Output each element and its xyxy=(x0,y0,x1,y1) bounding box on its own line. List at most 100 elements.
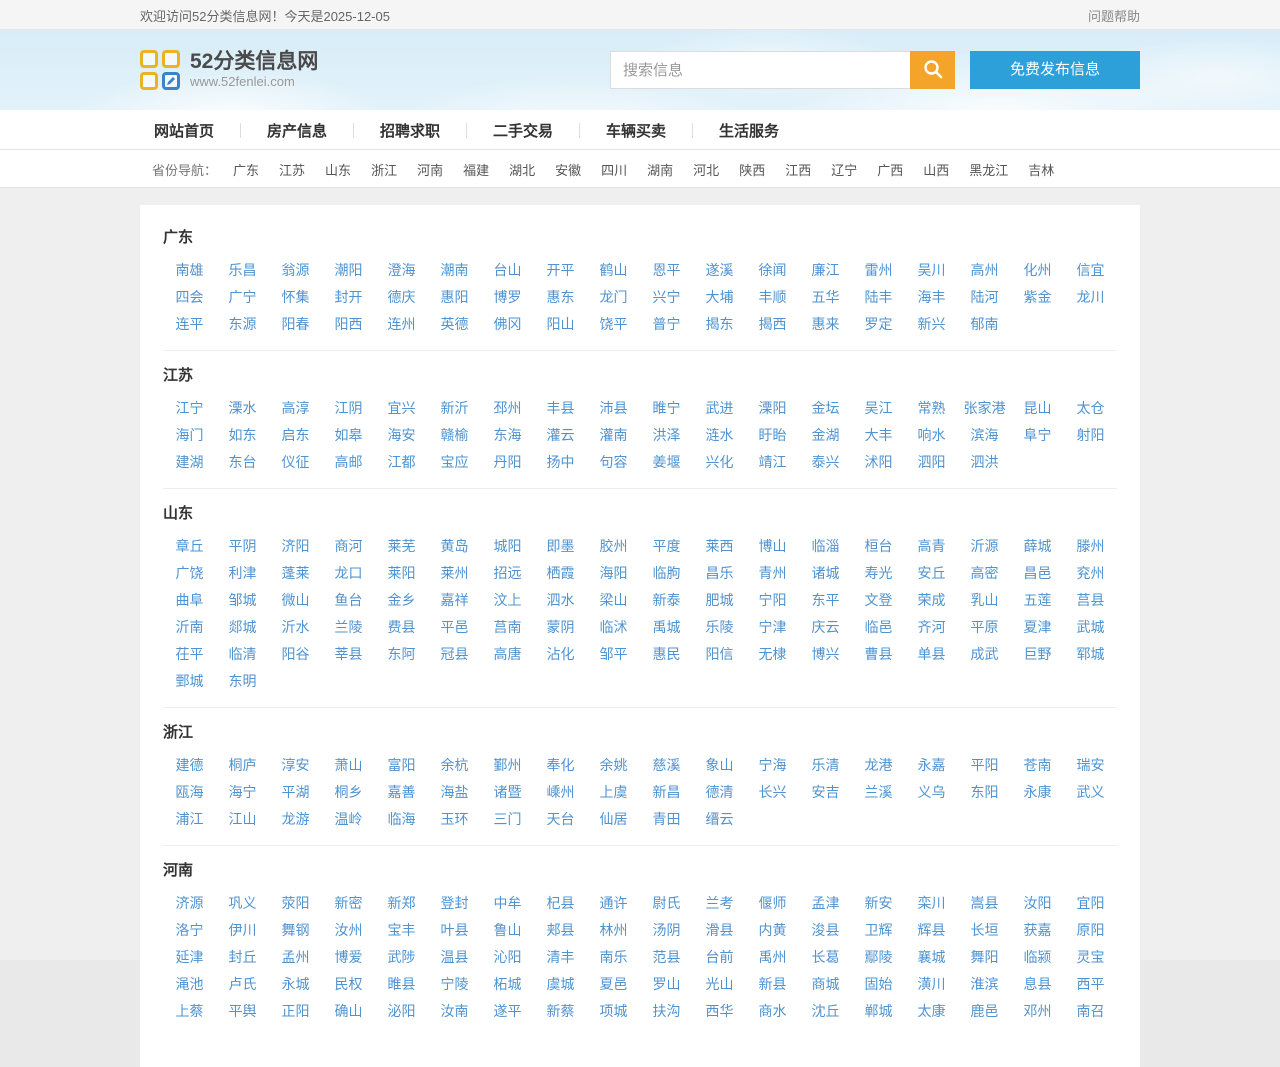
city-link[interactable]: 鹤山 xyxy=(587,257,640,284)
city-link[interactable]: 桐乡 xyxy=(322,779,375,806)
city-link[interactable]: 海阳 xyxy=(587,560,640,587)
city-link[interactable]: 封开 xyxy=(322,284,375,311)
city-link[interactable]: 临邑 xyxy=(852,614,905,641)
city-link[interactable]: 高唐 xyxy=(481,641,534,668)
city-link[interactable]: 东阿 xyxy=(375,641,428,668)
city-link[interactable]: 临颍 xyxy=(1011,944,1064,971)
city-link[interactable]: 即墨 xyxy=(534,533,587,560)
city-link[interactable]: 文登 xyxy=(852,587,905,614)
city-link[interactable]: 禹州 xyxy=(746,944,799,971)
city-link[interactable]: 宜阳 xyxy=(1064,890,1117,917)
city-link[interactable]: 栾川 xyxy=(905,890,958,917)
province-link-1[interactable]: 江苏 xyxy=(279,160,305,179)
city-link[interactable]: 虞城 xyxy=(534,971,587,998)
city-link[interactable]: 灵宝 xyxy=(1064,944,1117,971)
city-link[interactable]: 罗山 xyxy=(640,971,693,998)
province-link-17[interactable]: 吉林 xyxy=(1028,160,1054,179)
city-link[interactable]: 封丘 xyxy=(216,944,269,971)
city-link[interactable]: 滨海 xyxy=(958,422,1011,449)
city-link[interactable]: 原阳 xyxy=(1064,917,1117,944)
city-link[interactable]: 兰陵 xyxy=(322,614,375,641)
city-link[interactable]: 德清 xyxy=(693,779,746,806)
city-link[interactable]: 沂水 xyxy=(269,614,322,641)
city-link[interactable]: 邓州 xyxy=(1011,998,1064,1025)
city-link[interactable]: 永城 xyxy=(269,971,322,998)
city-link[interactable]: 寿光 xyxy=(852,560,905,587)
city-link[interactable]: 平湖 xyxy=(269,779,322,806)
city-link[interactable]: 西平 xyxy=(1064,971,1117,998)
city-link[interactable]: 吴江 xyxy=(852,395,905,422)
city-link[interactable]: 平阳 xyxy=(958,752,1011,779)
nav-item-5[interactable]: 生活服务 xyxy=(693,120,805,141)
city-link[interactable]: 揭西 xyxy=(746,311,799,338)
city-link[interactable]: 范县 xyxy=(640,944,693,971)
city-link[interactable]: 龙门 xyxy=(587,284,640,311)
city-link[interactable]: 郸城 xyxy=(852,998,905,1025)
city-link[interactable]: 博兴 xyxy=(799,641,852,668)
city-link[interactable]: 桐庐 xyxy=(216,752,269,779)
city-link[interactable]: 高邮 xyxy=(322,449,375,476)
city-link[interactable]: 新泰 xyxy=(640,587,693,614)
city-link[interactable]: 茌平 xyxy=(163,641,216,668)
city-link[interactable]: 长葛 xyxy=(799,944,852,971)
city-link[interactable]: 齐河 xyxy=(905,614,958,641)
city-link[interactable]: 柘城 xyxy=(481,971,534,998)
city-link[interactable]: 射阳 xyxy=(1064,422,1117,449)
city-link[interactable]: 上虞 xyxy=(587,779,640,806)
city-link[interactable]: 嵊州 xyxy=(534,779,587,806)
city-link[interactable]: 固始 xyxy=(852,971,905,998)
city-link[interactable]: 邳州 xyxy=(481,395,534,422)
city-link[interactable]: 博山 xyxy=(746,533,799,560)
city-link[interactable]: 肥城 xyxy=(693,587,746,614)
city-link[interactable]: 舞阳 xyxy=(958,944,1011,971)
city-link[interactable]: 栖霞 xyxy=(534,560,587,587)
city-link[interactable]: 汝阳 xyxy=(1011,890,1064,917)
city-link[interactable]: 荣成 xyxy=(905,587,958,614)
city-link[interactable]: 徐闻 xyxy=(746,257,799,284)
city-link[interactable]: 龙口 xyxy=(322,560,375,587)
city-link[interactable]: 苍南 xyxy=(1011,752,1064,779)
city-link[interactable]: 睢宁 xyxy=(640,395,693,422)
city-link[interactable]: 阳山 xyxy=(534,311,587,338)
city-link[interactable]: 灌南 xyxy=(587,422,640,449)
city-link[interactable]: 温县 xyxy=(428,944,481,971)
nav-item-0[interactable]: 网站首页 xyxy=(144,120,240,141)
city-link[interactable]: 郏县 xyxy=(534,917,587,944)
city-link[interactable]: 大丰 xyxy=(852,422,905,449)
city-link[interactable]: 仪征 xyxy=(269,449,322,476)
city-link[interactable]: 金湖 xyxy=(799,422,852,449)
city-link[interactable]: 卫辉 xyxy=(852,917,905,944)
city-link[interactable]: 盱眙 xyxy=(746,422,799,449)
city-link[interactable]: 宁津 xyxy=(746,614,799,641)
city-link[interactable]: 吴川 xyxy=(905,257,958,284)
city-link[interactable]: 章丘 xyxy=(163,533,216,560)
city-link[interactable]: 惠来 xyxy=(799,311,852,338)
city-link[interactable]: 句容 xyxy=(587,449,640,476)
city-link[interactable]: 高州 xyxy=(958,257,1011,284)
city-link[interactable]: 天台 xyxy=(534,806,587,833)
city-link[interactable]: 缙云 xyxy=(693,806,746,833)
city-link[interactable]: 沛县 xyxy=(587,395,640,422)
city-link[interactable]: 平阴 xyxy=(216,533,269,560)
city-link[interactable]: 泗阳 xyxy=(905,449,958,476)
city-link[interactable]: 城阳 xyxy=(481,533,534,560)
city-link[interactable]: 汝南 xyxy=(428,998,481,1025)
city-link[interactable]: 涟水 xyxy=(693,422,746,449)
city-link[interactable]: 曲阜 xyxy=(163,587,216,614)
city-link[interactable]: 靖江 xyxy=(746,449,799,476)
city-link[interactable]: 武义 xyxy=(1064,779,1117,806)
city-link[interactable]: 林州 xyxy=(587,917,640,944)
help-link[interactable]: 问题帮助 xyxy=(1088,6,1140,25)
city-link[interactable]: 南乐 xyxy=(587,944,640,971)
province-link-12[interactable]: 江西 xyxy=(785,160,811,179)
city-link[interactable]: 临朐 xyxy=(640,560,693,587)
province-link-2[interactable]: 山东 xyxy=(325,160,351,179)
city-link[interactable]: 蓬莱 xyxy=(269,560,322,587)
city-link[interactable]: 富阳 xyxy=(375,752,428,779)
city-link[interactable]: 新郑 xyxy=(375,890,428,917)
province-link-15[interactable]: 山西 xyxy=(923,160,949,179)
city-link[interactable]: 德庆 xyxy=(375,284,428,311)
city-link[interactable]: 泗洪 xyxy=(958,449,1011,476)
city-link[interactable]: 巨野 xyxy=(1011,641,1064,668)
publish-button[interactable]: 免费发布信息 xyxy=(970,51,1140,89)
